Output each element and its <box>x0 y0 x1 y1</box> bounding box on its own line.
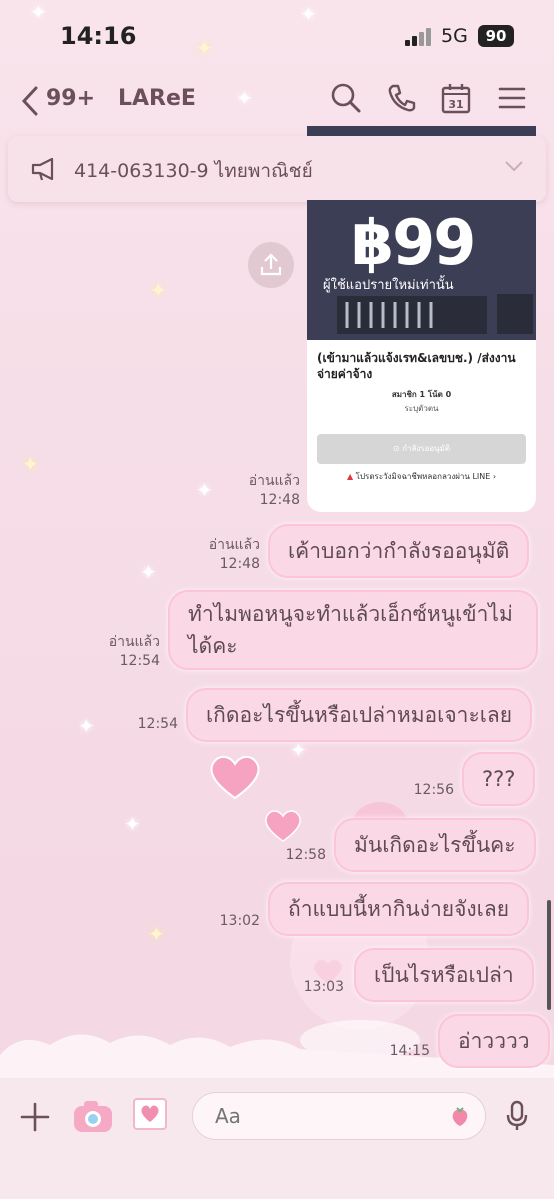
read-receipt: อ่านแล้ว <box>108 634 160 650</box>
message-bubble[interactable]: ทำไมพอหนูจะทำแล้วเอ็กซ์หนูเข้าไม่ ได้คะ <box>168 590 538 670</box>
sparkle-decoration: ✦ <box>22 452 39 476</box>
image-icon[interactable] <box>132 1096 168 1132</box>
battery-indicator: 90 <box>478 25 514 47</box>
message-time: 12:54 <box>119 653 160 669</box>
message-bubble[interactable]: มันเกิดอะไรขึ้นคะ <box>334 818 536 872</box>
message-meta: อ่านแล้ว 12:48 <box>190 536 260 574</box>
sparkle-decoration: ✦ <box>150 278 167 302</box>
message-time: 12:54 <box>137 716 178 732</box>
message-bubble[interactable]: อ่าวววว <box>438 1014 550 1068</box>
mic-icon[interactable] <box>506 1100 528 1132</box>
plus-icon[interactable] <box>20 1102 50 1132</box>
scrollbar[interactable] <box>547 900 551 1010</box>
chevron-down-icon[interactable] <box>504 158 524 174</box>
announcement-text: 414-063130-9 ไทยพาณิชย์ <box>74 160 313 182</box>
megaphone-icon <box>31 157 54 181</box>
message-line: ได้คะ <box>188 634 238 658</box>
card-title: (เข้ามาแล้วแจ้งเรท&เลขบช.) /ส่งงาน จ่ายค… <box>317 351 516 381</box>
message-time: 14:15 <box>389 1043 430 1059</box>
card-warning[interactable]: ▲ โปรดระวังมิจฉาชีพหลอกลวงผ่าน LINE › <box>307 470 536 483</box>
card-members: สมาชิก 1 โน้ต 0 <box>391 390 452 399</box>
sticker-icon[interactable] <box>448 1104 472 1128</box>
message-bubble[interactable]: ถ้าแบบนี้หากินง่ายจังเลย <box>268 882 530 936</box>
message-time: 12:58 <box>285 847 326 863</box>
message-meta: อ่านแล้ว 12:48 <box>230 472 300 510</box>
status-time: 14:16 <box>60 22 137 50</box>
sparkle-decoration: ✦ <box>140 560 157 584</box>
share-button[interactable] <box>248 242 294 288</box>
camera-icon[interactable] <box>72 1098 114 1134</box>
chat-name[interactable]: LAReE <box>118 86 196 111</box>
card-warning-text: โปรดระวังมิจฉาชีพหลอกลวงผ่าน LINE › <box>355 472 497 481</box>
card-note: ระบุตัวตน <box>404 404 439 413</box>
message-time: 12:48 <box>259 492 300 508</box>
card-image-edge <box>307 126 536 136</box>
message-time: 13:03 <box>303 979 344 995</box>
unread-count[interactable]: 99+ <box>46 86 95 111</box>
pending-approval-button[interactable]: ⊙ กำลังรออนุมัติ <box>317 434 526 464</box>
message-bubble[interactable]: เค้าบอกว่ากำลังรออนุมัติ <box>268 524 530 578</box>
calendar-day: 31 <box>448 98 463 111</box>
menu-icon[interactable] <box>496 82 528 114</box>
card-banner-image: ฿99 ผู้ใช้แอปรายใหม่เท่านั้น <box>307 200 536 340</box>
sparkle-decoration: ✦ <box>124 812 141 836</box>
share-icon <box>260 253 282 276</box>
status-bar: 14:16 5G 90 <box>0 0 554 70</box>
signal-icon <box>405 28 435 46</box>
heart-sticker <box>210 756 260 800</box>
message-meta: อ่านแล้ว 12:54 <box>90 633 160 671</box>
search-icon[interactable] <box>330 82 362 114</box>
message-time: 12:56 <box>413 782 454 798</box>
chat-header: 99+ LAReE 31 <box>0 72 554 126</box>
sparkle-decoration: ✦ <box>196 478 213 502</box>
message-line: ทำไมพอหนูจะทำแล้วเอ็กซ์หนูเข้าไม่ <box>188 602 513 626</box>
message-bubble[interactable]: เป็นไรหรือเปล่า <box>354 948 534 1002</box>
network-type: 5G <box>441 25 468 47</box>
read-receipt: อ่านแล้ว <box>248 473 300 489</box>
group-invite-card[interactable]: ฿99 ผู้ใช้แอปรายใหม่เท่านั้น (เข้ามาแล้ว… <box>307 200 536 512</box>
phone-icon[interactable] <box>386 82 418 114</box>
tools-image <box>337 294 533 334</box>
message-input-bar <box>0 1078 554 1199</box>
announcement-bar[interactable]: 414-063130-9 ไทยพาณิชย์ <box>8 136 546 202</box>
read-receipt: อ่านแล้ว <box>208 537 260 553</box>
message-bubble[interactable]: ??? <box>462 752 536 806</box>
sparkle-decoration: ✦ <box>78 714 95 738</box>
sparkle-decoration: ✦ <box>148 922 165 946</box>
back-icon[interactable] <box>18 84 42 118</box>
message-time: 13:02 <box>219 913 260 929</box>
message-input[interactable] <box>192 1092 486 1140</box>
message-time: 12:48 <box>219 556 260 572</box>
card-price: ฿99 <box>351 206 476 279</box>
message-bubble[interactable]: เกิดอะไรขึ้นหรือเปล่าหมอเจาะเลย <box>186 688 533 742</box>
calendar-icon[interactable]: 31 <box>440 82 472 114</box>
warning-icon: ▲ <box>346 472 354 481</box>
